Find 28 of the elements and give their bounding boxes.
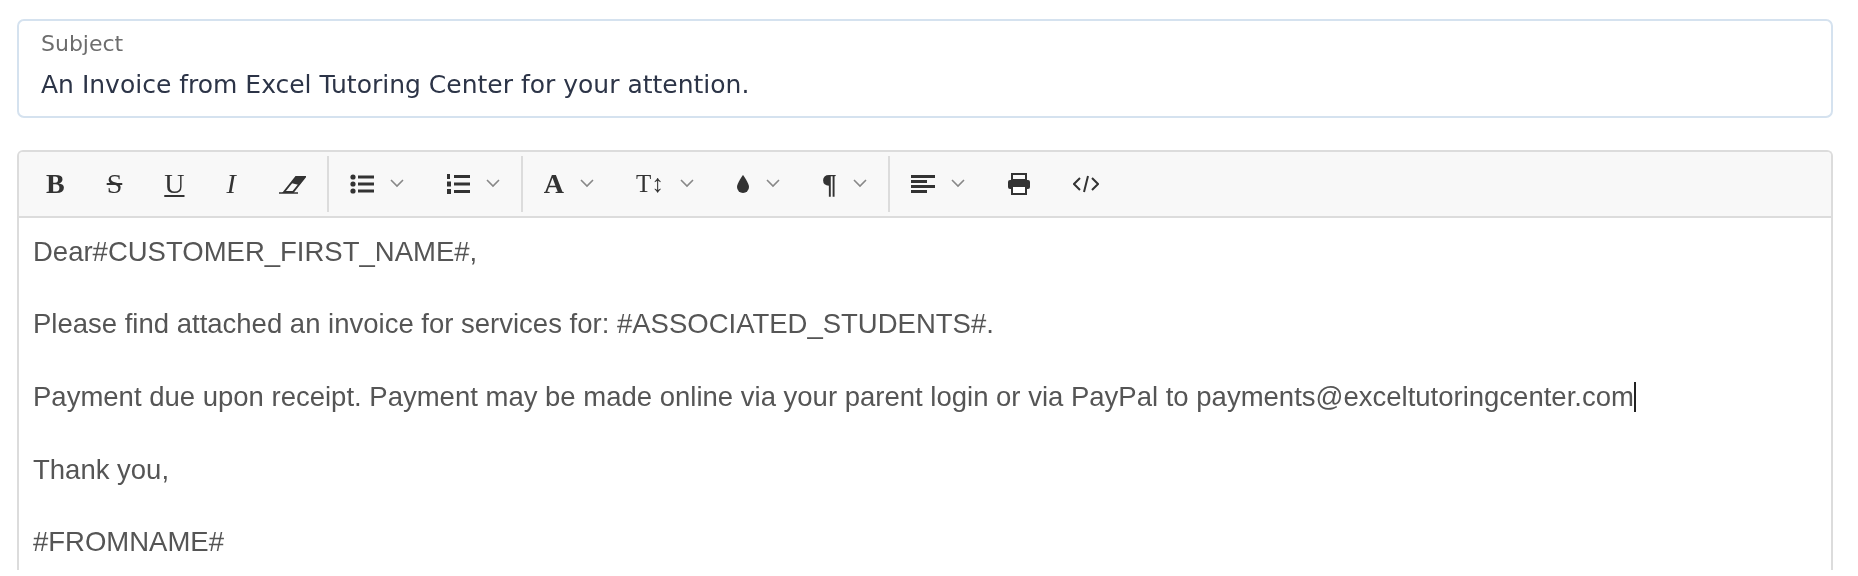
font-size-button[interactable]: T↕: [615, 159, 715, 208]
align-left-icon: [910, 173, 935, 194]
body-text: #FROMNAME#: [33, 525, 224, 557]
caret-icon: [485, 179, 500, 188]
body-text: Payment due upon receipt. Payment may be made online via your parent login or via PayPal to payments@exceltutoringcenter.com: [33, 380, 1634, 412]
caret-icon: [852, 179, 867, 188]
paragraph-button[interactable]: ¶: [800, 159, 888, 208]
caret-icon: [580, 179, 595, 188]
bold-button[interactable]: B: [25, 159, 86, 208]
underline-button[interactable]: U: [143, 159, 206, 208]
body-text: Please find attached an invoice for services for: #ASSOCIATED_STUDENTS#.: [33, 307, 994, 339]
caret-icon: [950, 179, 965, 188]
font-button[interactable]: A: [522, 159, 616, 208]
caret-icon: [765, 179, 780, 188]
strike-button[interactable]: S: [85, 159, 144, 208]
eraser-icon: [277, 173, 306, 194]
caret-icon: [389, 179, 404, 188]
caret-icon: [679, 179, 694, 188]
print-icon: [1006, 172, 1031, 195]
code-icon: [1072, 173, 1099, 194]
field-label: Subject: [41, 30, 125, 58]
body-text: Dear#CUSTOMER_FIRST_NAME#,: [33, 235, 478, 267]
numbered-list-icon: [445, 172, 470, 195]
subject-field[interactable]: Subject An Invoice from Excel Tutoring Center for your attention.: [17, 19, 1833, 118]
bulleted-list-icon: [349, 173, 374, 194]
drop-icon: [735, 173, 750, 194]
italic-button[interactable]: I: [205, 159, 257, 208]
body-text: Thank you,: [33, 453, 170, 485]
